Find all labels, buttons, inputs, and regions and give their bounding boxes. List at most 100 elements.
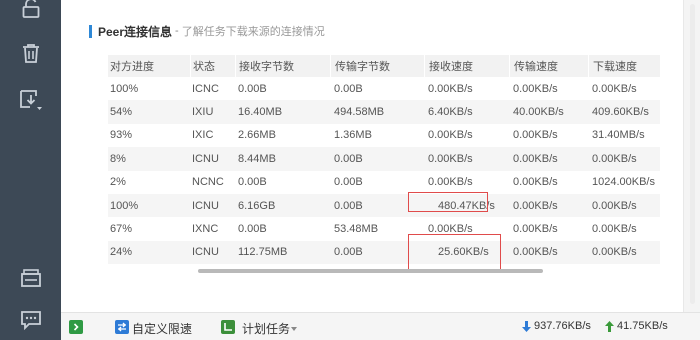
column-header-peer-progress[interactable]: 对方进度 (108, 55, 190, 77)
cell-transfer-speed: 0.00KB/s (513, 246, 558, 259)
window-icon (20, 269, 41, 287)
table-row[interactable]: 93% IXIC 2.66MB 1.36MB 0.00KB/s 0.00KB/s… (108, 124, 660, 147)
cell-peer-progress: 8% (110, 152, 126, 165)
table-row[interactable]: 2% NCNC 0.00B 0.00B 0.00KB/s 0.00KB/s 10… (108, 171, 660, 194)
section-separator: - (175, 25, 179, 37)
cell-download-speed: 0.00KB/s (592, 199, 637, 212)
upload-speed-value: 41.75KB/s (617, 320, 668, 332)
cell-transfer-speed: 0.00KB/s (513, 223, 558, 236)
cell-peer-progress: 100% (110, 199, 139, 212)
trash-icon (22, 44, 39, 63)
cell-transferred-bytes: 1.36MB (334, 129, 372, 142)
cell-received-bytes: 0.00B (238, 82, 267, 95)
column-header-receive-speed[interactable]: 接收速度 (424, 55, 509, 77)
cell-status: NCNC (192, 176, 224, 189)
cell-status: IXNC (192, 223, 219, 236)
unlock-button[interactable] (0, 0, 61, 28)
section-subtitle: 了解任务下载来源的连接情况 (181, 26, 325, 38)
table-row[interactable]: 100% ICNC 0.00B 0.00B 0.00KB/s 0.00KB/s … (108, 77, 660, 100)
speed-limit-icon-box[interactable] (115, 320, 129, 334)
vertical-scrollbar[interactable] (683, 0, 700, 312)
table-row[interactable]: 54% IXIU 16.40MB 494.58MB 6.40KB/s 40.00… (108, 100, 660, 124)
cell-status: ICNU (192, 199, 219, 212)
cell-transferred-bytes: 0.00B (334, 152, 363, 165)
feedback-button[interactable] (0, 300, 61, 340)
schedule-task-button[interactable]: 计划任务 (242, 320, 290, 337)
delete-button[interactable] (0, 33, 61, 73)
cell-received-bytes: 6.16GB (238, 199, 276, 212)
cell-status: IXIU (192, 106, 214, 119)
cell-download-speed: 0.00KB/s (592, 223, 637, 236)
cell-status: ICNU (192, 246, 219, 259)
schedule-dropdown-caret[interactable] (291, 327, 297, 331)
cell-transfer-speed: 0.00KB/s (513, 82, 558, 95)
annotation-highlight-box (408, 192, 488, 212)
chevron-right-icon (73, 323, 79, 331)
cell-transfer-speed: 0.00KB/s (513, 129, 558, 142)
column-header-transfer-speed[interactable]: 传输速度 (509, 55, 588, 77)
unlock-icon (22, 0, 39, 18)
download-folder-icon (19, 90, 42, 110)
expand-panel-button[interactable] (69, 320, 83, 334)
cell-transfer-speed: 0.00KB/s (513, 176, 558, 189)
column-header-status[interactable]: 状态 (190, 55, 235, 77)
chat-icon (20, 311, 41, 330)
cell-status: ICNU (192, 152, 219, 165)
cell-received-bytes: 16.40MB (238, 106, 283, 119)
download-speed-value: 937.76KB/s (534, 320, 591, 332)
cell-status: IXIC (192, 129, 214, 142)
column-header-received-bytes[interactable]: 接收字节数 (235, 55, 330, 77)
cell-receive-speed: 0.00KB/s (428, 129, 473, 142)
cell-transfer-speed: 0.00KB/s (513, 152, 558, 165)
cell-download-speed: 0.00KB/s (592, 152, 637, 165)
column-header-download-speed[interactable]: 下载速度 (588, 55, 660, 77)
cell-received-bytes: 112.75MB (238, 246, 288, 259)
column-header-transferred-bytes[interactable]: 传输字节数 (330, 55, 424, 77)
speed-limit-dropdown-caret[interactable] (185, 327, 191, 331)
cell-transferred-bytes: 494.58MB (334, 106, 385, 119)
table-header-row: 对方进度 状态 接收字节数 传输字节数 接收速度 传输速度 下载速度 (108, 55, 660, 77)
cell-transfer-speed: 40.00KB/s (513, 106, 564, 119)
speed-limit-button[interactable]: 自定义限速 (132, 320, 192, 337)
table-row[interactable]: 8% ICNU 8.44MB 0.00B 0.00KB/s 0.00KB/s 0… (108, 147, 660, 171)
window-mode-button[interactable] (0, 258, 61, 298)
table-row[interactable]: 24% ICNU 112.75MB 0.00B 25.60KB/s 0.00KB… (108, 240, 660, 265)
cell-download-speed: 0.00KB/s (592, 82, 637, 95)
schedule-icon-box[interactable] (221, 320, 235, 334)
section-accent-bar (89, 24, 92, 38)
vertical-scrollbar-track[interactable] (690, 4, 695, 304)
cell-transfer-speed: 0.00KB/s (513, 199, 558, 212)
cell-peer-progress: 54% (110, 106, 133, 119)
cell-transferred-bytes: 0.00B (334, 176, 363, 189)
table-row[interactable]: 67% IXNC 0.00B 53.48MB 0.00KB/s 0.00KB/s… (108, 217, 660, 240)
schedule-icon (224, 323, 232, 331)
cell-download-speed: 31.40MB/s (592, 129, 645, 142)
status-bar: 自定义限速 计划任务 937.76KB/s 41.75KB/s (61, 312, 700, 340)
cell-receive-speed: 6.40KB/s (428, 106, 473, 119)
horizontal-scrollbar-thumb[interactable] (198, 269, 543, 273)
open-download-folder-button[interactable] (0, 80, 61, 120)
download-arrow-icon (522, 320, 531, 332)
cell-peer-progress: 67% (110, 223, 133, 236)
speed-limit-icon (118, 322, 126, 332)
horizontal-scrollbar[interactable] (108, 266, 660, 274)
table-row[interactable]: 100% ICNU 6.16GB 0.00B 480.47KB/s 0.00KB… (108, 193, 660, 218)
cell-receive-speed: 0.00KB/s (428, 82, 473, 95)
peer-table: 对方进度 状态 接收字节数 传输字节数 接收速度 传输速度 下载速度 100% … (108, 55, 660, 265)
cell-peer-progress: 93% (110, 129, 133, 142)
download-speed-indicator: 937.76KB/s (522, 320, 591, 332)
cell-status: ICNC (192, 82, 219, 95)
section-title: Peer连接信息 (98, 24, 173, 39)
upload-speed-indicator: 41.75KB/s (605, 320, 668, 332)
cell-receive-speed: 0.00KB/s (428, 152, 473, 165)
cell-peer-progress: 2% (110, 176, 126, 189)
cell-receive-speed: 0.00KB/s (428, 176, 473, 189)
section-header: Peer连接信息 - 了解任务下载来源的连接情况 (89, 23, 325, 39)
cell-received-bytes: 0.00B (238, 176, 267, 189)
left-sidebar (0, 0, 61, 340)
cell-peer-progress: 24% (110, 246, 133, 259)
cell-received-bytes: 2.66MB (238, 129, 276, 142)
cell-transferred-bytes: 0.00B (334, 82, 363, 95)
cell-download-speed: 409.60KB/s (592, 106, 649, 119)
cell-received-bytes: 0.00B (238, 223, 267, 236)
